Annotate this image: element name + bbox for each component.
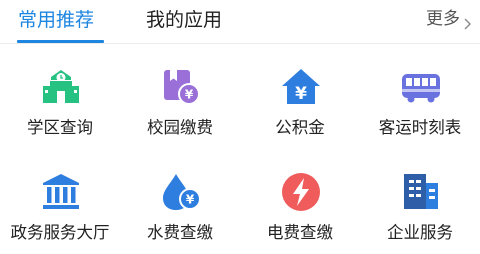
tab-bar: 常用推荐 我的应用 更多 <box>0 0 480 44</box>
app-label: 企业服务 <box>387 223 453 242</box>
app-electricity-bill[interactable]: 电费查缴 <box>240 149 360 254</box>
app-enterprise-services[interactable]: 企业服务 <box>360 149 480 254</box>
tab-recommended[interactable]: 常用推荐 <box>18 7 94 33</box>
app-grid: 学区查询 ¥ 校园缴费 ¥ 公积金 客运时刻表 政务服务大厅 ¥ 水费查缴 电费… <box>0 44 480 254</box>
app-bus-timetable[interactable]: 客运时刻表 <box>360 44 480 149</box>
housing-fund-icon: ¥ <box>280 66 322 108</box>
more-label: 更多 <box>426 9 460 29</box>
bus-icon <box>400 66 442 108</box>
svg-text:¥: ¥ <box>295 84 307 104</box>
app-government-hall[interactable]: 政务服务大厅 <box>0 149 120 254</box>
app-campus-payment[interactable]: ¥ 校园缴费 <box>120 44 240 149</box>
water-drop-icon: ¥ <box>160 171 202 213</box>
campus-payment-icon: ¥ <box>160 66 202 108</box>
app-label: 电费查缴 <box>267 223 333 242</box>
more-link[interactable]: 更多 <box>426 7 472 31</box>
app-housing-fund[interactable]: ¥ 公积金 <box>240 44 360 149</box>
app-water-bill[interactable]: ¥ 水费查缴 <box>120 149 240 254</box>
app-label: 客运时刻表 <box>378 118 462 137</box>
chevron-right-icon <box>463 13 472 30</box>
app-label: 学区查询 <box>27 118 93 137</box>
app-school-district[interactable]: 学区查询 <box>0 44 120 149</box>
enterprise-building-icon <box>400 171 442 213</box>
lightning-icon <box>280 171 322 213</box>
school-icon <box>40 66 82 108</box>
app-label: 公积金 <box>275 118 325 137</box>
svg-text:¥: ¥ <box>186 193 195 207</box>
app-label: 水费查缴 <box>147 223 213 242</box>
active-tab-indicator <box>17 40 104 43</box>
app-label: 政务服务大厅 <box>10 223 110 242</box>
app-label: 校园缴费 <box>147 118 213 137</box>
government-hall-icon <box>40 171 82 213</box>
tab-my-apps[interactable]: 我的应用 <box>146 7 222 33</box>
svg-text:¥: ¥ <box>185 88 194 102</box>
